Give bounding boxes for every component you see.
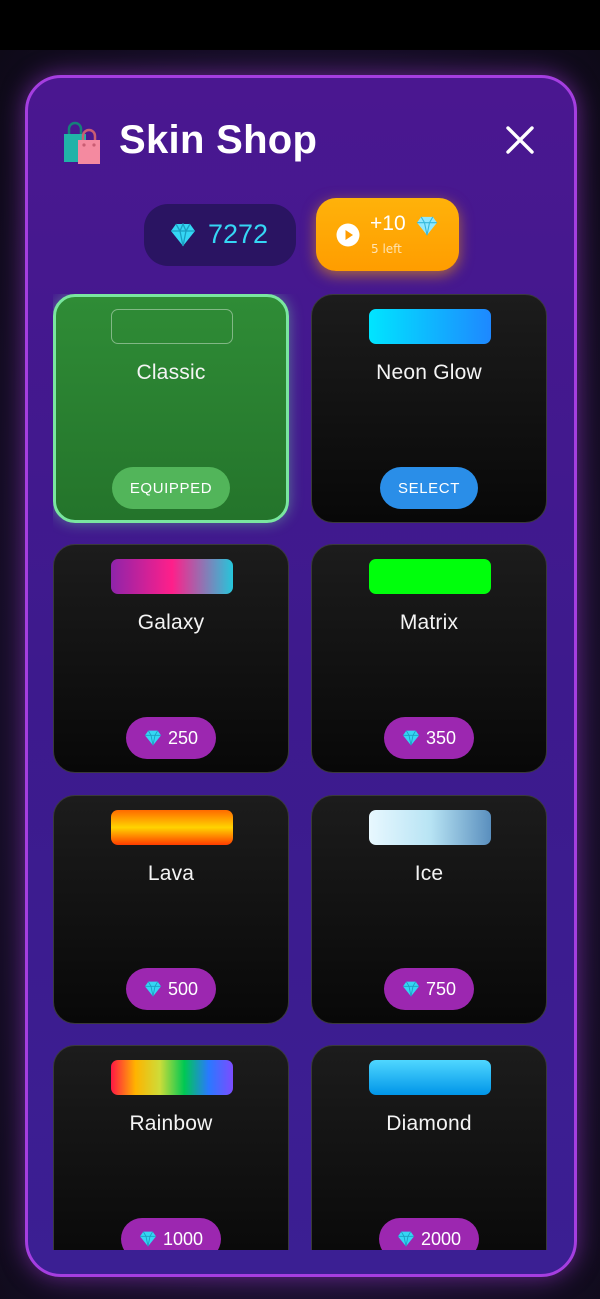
close-icon[interactable] <box>504 124 536 156</box>
skin-card-matrix[interactable]: Matrix 350 <box>311 544 547 773</box>
equipped-button[interactable]: EQUIPPED <box>112 467 230 509</box>
skin-name: Lava <box>147 862 195 885</box>
skin-preview-swatch <box>369 810 491 845</box>
skin-name: Diamond <box>386 1112 472 1135</box>
price-label: 750 <box>425 978 457 999</box>
buy-button[interactable]: 250 <box>126 717 216 759</box>
buy-button[interactable]: 2000 <box>379 1218 479 1250</box>
price-label: 350 <box>425 727 457 748</box>
price-label: 1000 <box>162 1228 204 1249</box>
skin-name: Galaxy <box>137 611 205 634</box>
skin-preview-swatch <box>111 1060 233 1095</box>
reward-remaining: 5 left <box>371 242 402 256</box>
skin-shop-dialog: Skin Shop 7272 +10 5 left Classic EQUIPP… <box>25 75 577 1277</box>
price-label: 500 <box>167 978 199 999</box>
skin-grid: Classic EQUIPPED Neon Glow SELECT Galaxy… <box>53 294 549 1250</box>
skin-preview-swatch <box>111 559 233 594</box>
buy-button[interactable]: 500 <box>126 968 216 1010</box>
skin-card-diamond[interactable]: Diamond 2000 <box>311 1045 547 1250</box>
skin-card-galaxy[interactable]: Galaxy 250 <box>53 544 289 773</box>
diamond-icon <box>171 223 195 247</box>
diamond-icon <box>144 981 161 997</box>
skin-card-lava[interactable]: Lava 500 <box>53 795 289 1024</box>
diamond-icon <box>402 981 419 997</box>
skin-preview-swatch <box>111 810 233 845</box>
skin-preview-swatch <box>369 1060 491 1095</box>
reward-amount: +10 <box>370 212 406 235</box>
diamond-icon <box>397 1231 414 1247</box>
skin-name: Classic <box>136 361 206 384</box>
skin-name: Neon Glow <box>376 361 482 384</box>
skin-name: Rainbow <box>129 1112 213 1135</box>
skin-name: Matrix <box>399 611 459 634</box>
diamond-icon <box>417 216 437 236</box>
select-button[interactable]: SELECT <box>380 467 478 509</box>
skin-preview-swatch <box>111 309 233 344</box>
page-title: Skin Shop <box>119 118 318 162</box>
skin-card-classic[interactable]: Classic EQUIPPED <box>53 294 289 523</box>
gem-balance: 7272 <box>144 204 296 266</box>
watch-ad-reward-button[interactable]: +10 5 left <box>316 198 459 271</box>
price-label: 250 <box>167 727 199 748</box>
diamond-icon <box>144 730 161 746</box>
buy-button[interactable]: 750 <box>384 968 474 1010</box>
skin-preview-swatch <box>369 309 491 344</box>
skin-card-ice[interactable]: Ice 750 <box>311 795 547 1024</box>
buy-button[interactable]: 1000 <box>121 1218 221 1250</box>
status-bar <box>0 0 600 50</box>
skin-card-neon-glow[interactable]: Neon Glow SELECT <box>311 294 547 523</box>
diamond-icon <box>402 730 419 746</box>
diamond-icon <box>139 1231 156 1247</box>
play-icon <box>336 223 360 247</box>
shopping-bags-icon <box>64 121 100 164</box>
gem-count: 7272 <box>208 219 269 249</box>
skin-name: Ice <box>414 862 444 885</box>
price-label: 2000 <box>420 1228 462 1249</box>
skin-preview-swatch <box>369 559 491 594</box>
dialog-header: Skin Shop <box>56 114 546 170</box>
skin-card-rainbow[interactable]: Rainbow 1000 <box>53 1045 289 1250</box>
buy-button[interactable]: 350 <box>384 717 474 759</box>
